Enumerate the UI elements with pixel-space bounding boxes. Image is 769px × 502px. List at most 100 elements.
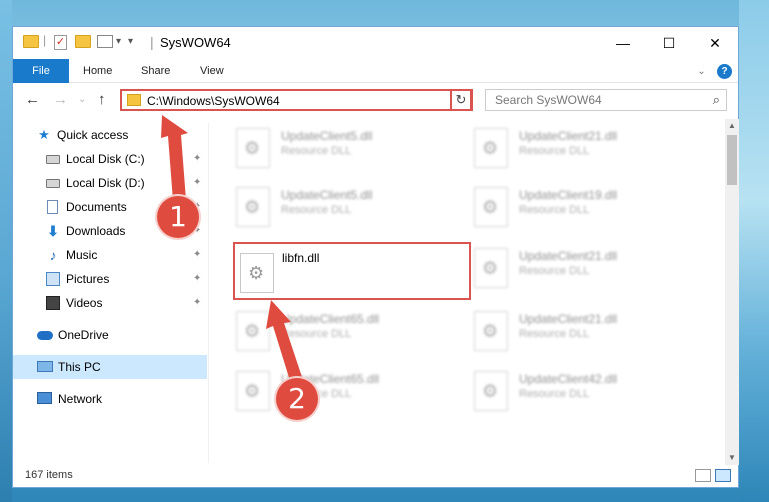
file-name: UpdateClient21.dll xyxy=(519,312,618,326)
sidebar-item-label: This PC xyxy=(58,360,101,374)
local-disk-icon xyxy=(46,179,60,188)
music-icon: ♪ xyxy=(49,247,57,263)
details-view-icon[interactable] xyxy=(695,469,711,482)
network-icon xyxy=(37,392,52,404)
file-item[interactable]: UpdateClient5.dll Resource DLL xyxy=(213,121,438,171)
search-icon[interactable]: ⌕ xyxy=(713,92,720,108)
sidebar-item-label: Music xyxy=(66,248,98,262)
sidebar-item-quick-access[interactable]: ★ Quick access xyxy=(13,123,207,147)
file-name: UpdateClient5.dll xyxy=(281,188,373,202)
properties-check-icon[interactable]: ✓ xyxy=(54,35,67,50)
sidebar-item-videos[interactable]: Videos ✦ xyxy=(13,291,207,315)
file-item[interactable]: UpdateClient19.dll Resource DLL xyxy=(451,180,676,230)
file-item[interactable]: UpdateClient65.dll Resource DLL xyxy=(213,364,438,414)
minimize-button[interactable]: — xyxy=(600,27,646,59)
up-arrow-icon[interactable]: ↑ xyxy=(98,91,106,108)
pin-icon: ✦ xyxy=(193,153,202,164)
customize-dropdown-icon[interactable]: ▾ xyxy=(116,36,121,52)
sidebar-item-label: Local Disk (D:) xyxy=(66,176,145,190)
dll-file-icon xyxy=(236,371,270,411)
forward-arrow-icon[interactable]: → xyxy=(53,91,68,108)
back-arrow-icon[interactable]: ← xyxy=(25,91,40,108)
close-button[interactable]: ✕ xyxy=(692,27,738,59)
file-item-libfn[interactable]: libfn.dll xyxy=(233,242,471,300)
dll-file-icon xyxy=(474,248,508,288)
file-item[interactable]: UpdateClient21.dll Resource DLL xyxy=(451,241,676,291)
file-type: Resource DLL xyxy=(519,388,590,400)
sidebar-item-label: Quick access xyxy=(57,128,129,142)
tab-share[interactable]: Share xyxy=(131,59,180,83)
pin-icon: ✦ xyxy=(193,249,202,260)
file-name: UpdateClient19.dll xyxy=(519,188,618,202)
sidebar-item-label: Videos xyxy=(66,296,103,310)
file-item[interactable]: UpdateClient42.dll Resource DLL xyxy=(451,364,676,414)
file-type: Resource DLL xyxy=(519,265,590,277)
videos-icon xyxy=(46,296,60,310)
tab-home[interactable]: Home xyxy=(73,59,122,83)
dll-file-icon xyxy=(474,187,508,227)
file-type: Resource DLL xyxy=(281,145,352,157)
scroll-down-icon[interactable]: ▼ xyxy=(725,451,739,465)
dll-file-icon xyxy=(474,311,508,351)
recent-locations-icon[interactable]: ⌄ xyxy=(78,94,86,105)
address-bar[interactable]: C:\Windows\SysWOW64 ⌄ xyxy=(120,89,473,111)
pin-icon: ✦ xyxy=(193,177,202,188)
toolbar-dropdown-icon[interactable]: ▾ xyxy=(128,36,133,52)
sidebar-item-pictures[interactable]: Pictures ✦ xyxy=(13,267,207,291)
documents-icon xyxy=(47,200,58,214)
expand-ribbon-icon[interactable]: ⌄ xyxy=(697,66,705,77)
desktop-background-right xyxy=(739,0,769,502)
sidebar-item-label: OneDrive xyxy=(58,328,109,342)
help-icon[interactable]: ? xyxy=(717,64,732,79)
pin-icon: ✦ xyxy=(193,297,202,308)
file-type: Resource DLL xyxy=(519,328,590,340)
refresh-button[interactable]: ↻ xyxy=(450,89,472,111)
dll-file-icon xyxy=(474,371,508,411)
navigation-pane: ★ Quick access Local Disk (C:) ✦ Local D… xyxy=(13,123,207,463)
file-item[interactable]: UpdateClient21.dll Resource DLL xyxy=(451,121,676,171)
customize-view-icon[interactable] xyxy=(97,35,113,48)
item-count: 167 items xyxy=(25,469,73,481)
sidebar-item-onedrive[interactable]: OneDrive xyxy=(13,323,207,347)
window-title: SysWOW64 xyxy=(160,35,231,50)
sidebar-item-music[interactable]: ♪ Music ✦ xyxy=(13,243,207,267)
ribbon-help-area: ⌄ ? xyxy=(689,63,732,79)
file-name: UpdateClient42.dll xyxy=(519,372,618,386)
file-item[interactable]: UpdateClient21.dll Resource DLL xyxy=(451,304,676,354)
sidebar-item-local-disk-d[interactable]: Local Disk (D:) ✦ xyxy=(13,171,207,195)
file-type: Resource DLL xyxy=(519,204,590,216)
maximize-button[interactable]: ☐ xyxy=(646,27,692,59)
sidebar-item-local-disk-c[interactable]: Local Disk (C:) ✦ xyxy=(13,147,207,171)
file-item[interactable]: UpdateClient5.dll Resource DLL xyxy=(213,180,438,230)
folder-icon xyxy=(127,94,141,106)
file-type: Resource DLL xyxy=(519,145,590,157)
sidebar-item-network[interactable]: Network xyxy=(13,387,207,411)
title-separator: | xyxy=(150,34,154,50)
status-bar: 167 items xyxy=(13,465,738,487)
pictures-icon xyxy=(46,272,60,286)
navigation-bar: ← → ⌄ ↑ C:\Windows\SysWOW64 ⌄ ↻ Search S… xyxy=(13,83,738,117)
sidebar-item-label: Documents xyxy=(66,200,127,214)
scroll-up-icon[interactable]: ▲ xyxy=(725,119,739,133)
file-type: Resource DLL xyxy=(281,204,352,216)
file-name: UpdateClient21.dll xyxy=(519,129,618,143)
onedrive-icon xyxy=(37,331,53,340)
star-icon: ★ xyxy=(38,127,50,142)
ribbon-tabs: File Home Share View ⌄ ? xyxy=(13,59,738,83)
scrollbar-thumb[interactable] xyxy=(727,135,737,185)
tab-view[interactable]: View xyxy=(190,59,234,83)
local-disk-icon xyxy=(46,155,60,164)
file-explorer-window: | ✓ ▾ ▾ | SysWOW64 — ☐ ✕ File Home Share… xyxy=(12,26,739,488)
tab-file[interactable]: File xyxy=(13,59,69,83)
sidebar-item-label: Network xyxy=(58,392,103,406)
large-icons-view-icon[interactable] xyxy=(715,469,731,482)
dll-file-icon xyxy=(236,128,270,168)
vertical-scrollbar[interactable]: ▲ ▼ xyxy=(725,119,739,465)
sidebar-item-this-pc[interactable]: This PC xyxy=(13,355,207,379)
new-folder-icon[interactable] xyxy=(75,35,91,48)
folder-icon xyxy=(23,35,39,48)
sidebar-item-label: Downloads xyxy=(66,224,126,238)
file-item[interactable]: UpdateClient65.dll Resource DLL xyxy=(213,304,438,354)
search-input[interactable]: Search SysWOW64 ⌕ xyxy=(485,89,727,111)
dll-file-icon xyxy=(236,187,270,227)
